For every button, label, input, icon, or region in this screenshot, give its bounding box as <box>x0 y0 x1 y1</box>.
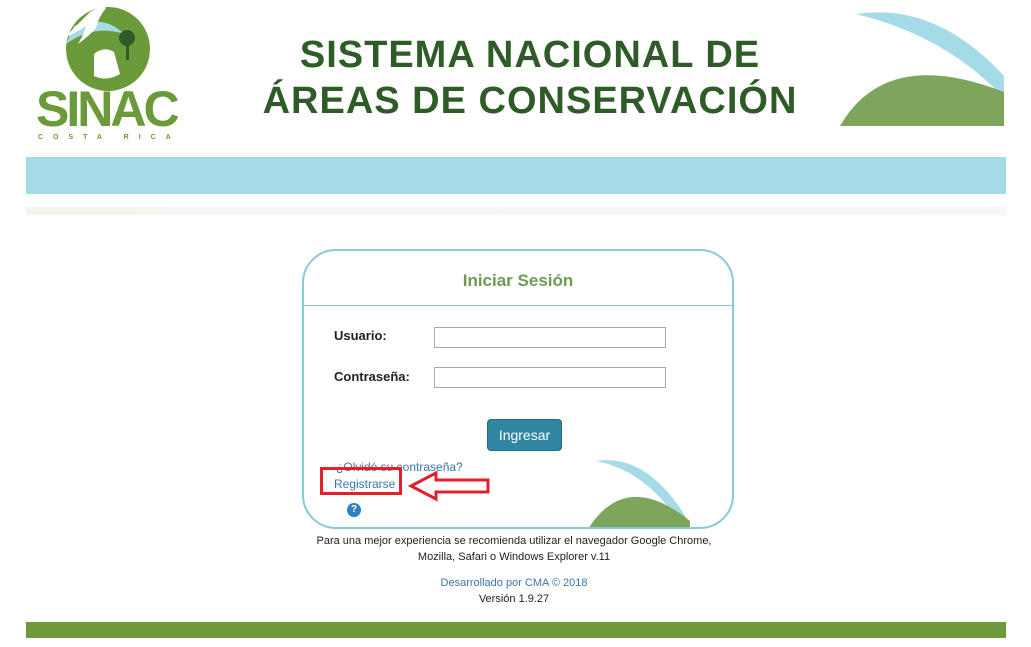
logo-subtext: COSTA RICA <box>38 134 181 141</box>
login-button[interactable]: Ingresar <box>487 419 562 451</box>
bottom-color-band <box>26 622 1006 638</box>
logo-text: SINAC <box>36 81 180 137</box>
page-title-line-1: SISTEMA NACIONAL DE <box>299 34 761 76</box>
login-divider <box>304 305 732 306</box>
password-label: Contraseña: <box>334 369 410 384</box>
help-icon[interactable]: ? <box>347 503 361 517</box>
page-title-line-2: ÁREAS DE CONSERVACIÓN <box>262 80 798 122</box>
credit-link[interactable]: Desarrollado por CMA © 2018 <box>300 577 728 589</box>
password-input[interactable] <box>434 367 666 388</box>
arrow-left-icon <box>408 470 490 502</box>
sinac-logo: SINAC COSTA RICA <box>34 4 180 144</box>
thin-color-band <box>26 207 1006 215</box>
username-input[interactable] <box>434 327 666 348</box>
login-title: Iniciar Sesión <box>462 271 574 290</box>
card-swoosh-decoration <box>589 460 690 527</box>
username-label: Usuario: <box>334 328 387 343</box>
header-swoosh-decoration <box>840 12 1004 126</box>
browser-recommendation-note: Para una mejor experiencia se recomienda… <box>316 535 712 563</box>
top-color-band <box>26 157 1006 194</box>
version-label: Versión 1.9.27 <box>478 593 550 605</box>
page-title: SISTEMA NACIONAL DE ÁREAS DE CONSERVACIÓ… <box>220 32 840 124</box>
annotation-highlight-box <box>320 467 402 495</box>
